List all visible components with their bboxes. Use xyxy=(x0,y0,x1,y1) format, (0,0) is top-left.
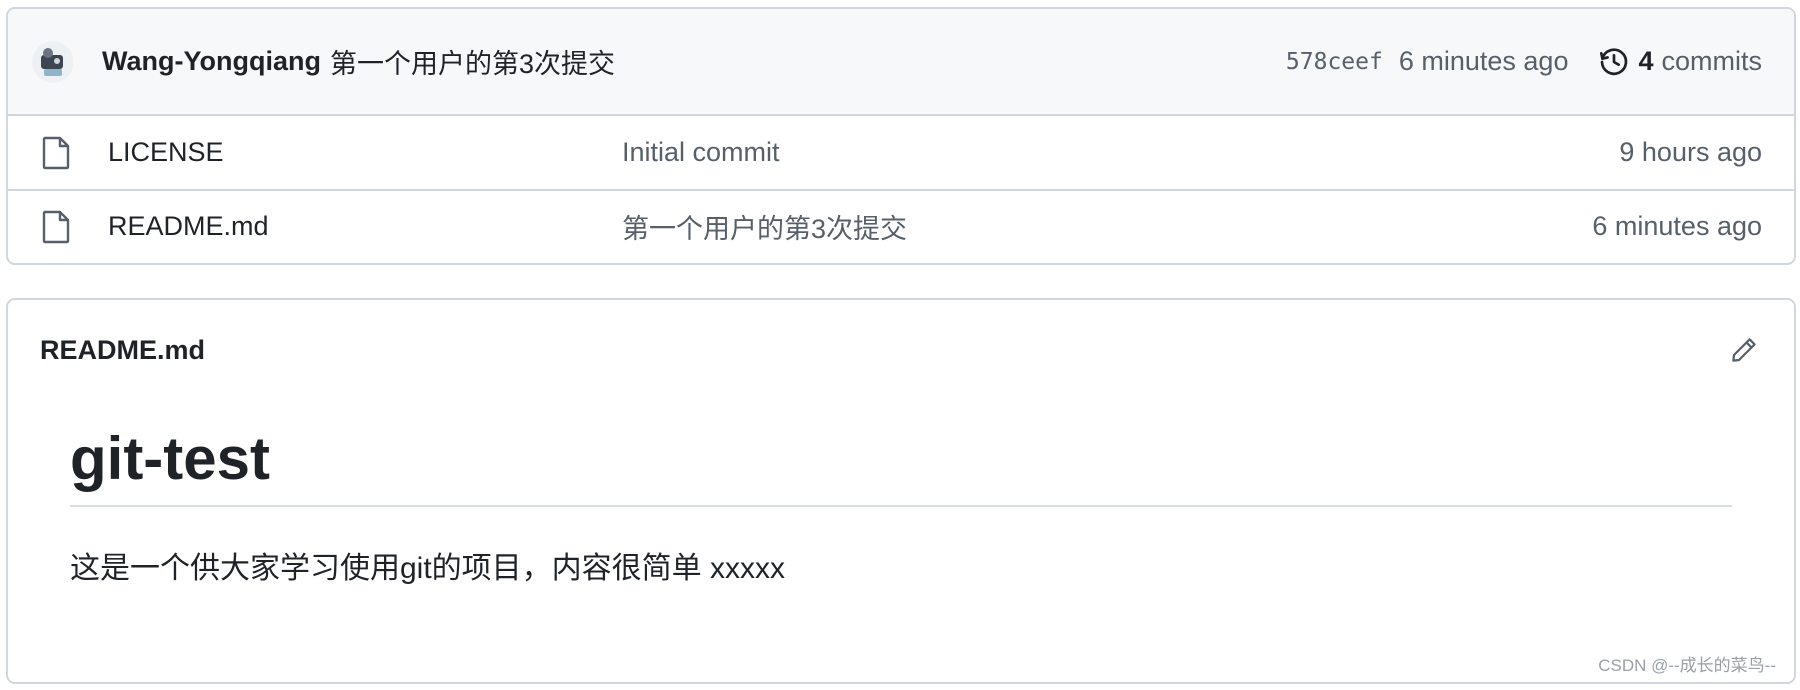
file-age: 9 hours ago xyxy=(1619,137,1762,167)
file-browser: Wang-Yongqiang 第一个用户的第3次提交 578ceef 6 min… xyxy=(6,7,1796,265)
readme-header: README.md xyxy=(8,300,1794,400)
file-name-link[interactable]: LICENSE xyxy=(108,137,622,168)
commit-sha-link[interactable]: 578ceef xyxy=(1286,49,1383,75)
pencil-icon xyxy=(1732,338,1756,362)
file-row-readme[interactable]: README.md 第一个用户的第3次提交 6 minutes ago xyxy=(8,189,1794,262)
commit-message-link[interactable]: 第一个用户的第3次提交 xyxy=(330,42,615,81)
history-icon xyxy=(1600,47,1628,75)
watermark: CSDN @--成长的菜鸟-- xyxy=(1598,656,1776,675)
file-icon xyxy=(42,136,74,170)
readme-heading: git-test xyxy=(70,400,1732,507)
readme-filename-link[interactable]: README.md xyxy=(40,335,205,366)
file-age: 6 minutes ago xyxy=(1592,211,1762,241)
author-avatar[interactable] xyxy=(32,40,74,83)
readme-paragraph: 这是一个供大家学习使用git的项目，内容很简单 xxxxx xyxy=(70,552,786,585)
file-commit-message-link[interactable]: 第一个用户的第3次提交 xyxy=(622,207,1592,246)
user-avatar-icon xyxy=(32,40,74,83)
file-icon xyxy=(42,210,74,244)
readme-content: git-test 这是一个供大家学习使用git的项目，内容很简单 xxxxx xyxy=(8,400,1794,587)
readme-panel: README.md git-test 这是一个供大家学习使用git的项目，内容很… xyxy=(6,298,1796,684)
file-row-license[interactable]: LICENSE Initial commit 9 hours ago xyxy=(8,116,1794,189)
commits-label: commits xyxy=(1661,46,1763,76)
commit-author-link[interactable]: Wang-Yongqiang xyxy=(102,46,321,77)
commit-age: 6 minutes ago xyxy=(1398,46,1569,76)
commit-history-link[interactable]: 4 commits xyxy=(1598,46,1762,78)
file-name-link[interactable]: README.md xyxy=(108,211,622,242)
file-commit-message-link[interactable]: Initial commit xyxy=(622,137,1619,168)
edit-readme-button[interactable] xyxy=(1726,332,1762,368)
commit-count: 4 xyxy=(1638,46,1654,76)
latest-commit-bar: Wang-Yongqiang 第一个用户的第3次提交 578ceef 6 min… xyxy=(8,9,1794,116)
